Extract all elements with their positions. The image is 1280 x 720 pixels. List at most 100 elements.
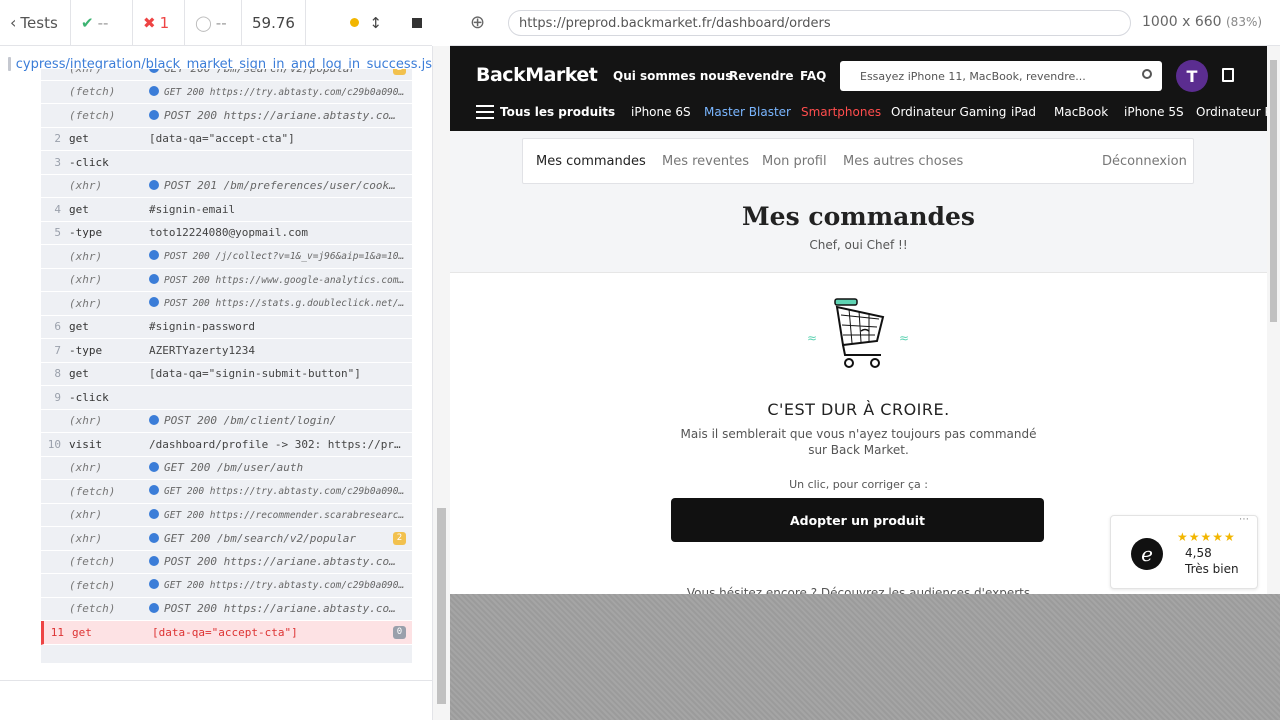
command-row[interactable]: 3 -click: [41, 151, 412, 175]
command-message: POST 200 https://stats.g.doubleclick.net…: [149, 297, 412, 309]
trusted-shops-widget[interactable]: ⋯ e ★★★★★ 4,58 Très bien: [1110, 514, 1258, 589]
command-row[interactable]: 2 get [data-qa="accept-cta"]: [41, 128, 412, 151]
avatar[interactable]: T: [1176, 60, 1208, 92]
command-row[interactable]: (fetch) POST 200 https://ariane.abtasty.c…: [41, 598, 412, 621]
command-row[interactable]: (fetch) POST 200 https://ariane.abtasty.c…: [41, 551, 412, 574]
command-message-text: AZERTYazerty1234: [149, 343, 255, 357]
command-row[interactable]: (xhr) GET 200 /bm/user/auth: [41, 457, 412, 480]
command-log: (xhr) GET 200 /bm/search/v2/popular 2 (fetc…: [41, 69, 412, 663]
check-icon: ✔: [81, 13, 94, 32]
empty-description: Mais il semblerait que vous n'ayez toujo…: [680, 427, 1037, 457]
page-title: Mes commandes: [742, 202, 975, 231]
category-link[interactable]: Ordinateur Gaming: [891, 105, 1006, 119]
trusted-shops-logo: e: [1131, 538, 1163, 570]
logout-link[interactable]: Déconnexion: [1102, 154, 1187, 169]
site-scrollbar[interactable]: [1267, 46, 1280, 594]
scrollbar-thumb[interactable]: [1270, 60, 1277, 322]
command-row[interactable]: 6 get #signin-password: [41, 316, 412, 339]
command-row[interactable]: (fetch) GET 200 https://try.abtasty.com/c…: [41, 81, 412, 104]
tab-profile[interactable]: Mon profil: [762, 154, 827, 169]
command-message: GET 200 https://try.abtasty.com/c29b0a09…: [149, 579, 412, 591]
command-name: (fetch): [69, 484, 116, 498]
category-link[interactable]: iPhone 5S: [1124, 105, 1184, 119]
category-link[interactable]: iPad: [1011, 105, 1036, 119]
request-status-icon: [149, 485, 159, 496]
rating-label: Très bien: [1185, 562, 1239, 576]
command-row[interactable]: (fetch) POST 200 https://ariane.abtasty.c…: [41, 104, 412, 128]
command-name: (fetch): [69, 108, 116, 122]
command-message-text: GET 200 /bm/user/auth: [164, 461, 304, 475]
command-name: get: [69, 202, 89, 216]
command-row[interactable]: 9 -click: [41, 386, 412, 410]
circle-icon: ◯: [195, 13, 212, 32]
command-name: visit: [69, 437, 103, 451]
command-message-text: [data-qa="accept-cta"]: [152, 625, 298, 639]
search-input[interactable]: Essayez iPhone 11, MacBook, revendre...: [840, 61, 1162, 91]
command-row[interactable]: 10 visit/dashboard/profile -> 302: https:…: [41, 433, 412, 457]
command-row[interactable]: (xhr) GET 200 https://recommender.scarabr…: [41, 504, 412, 527]
command-message-text: POST 200 https://ariane.abtasty.co…: [164, 555, 396, 569]
nav-link-faq[interactable]: FAQ: [800, 69, 826, 83]
selector-playground-icon[interactable]: ⊕: [470, 12, 485, 33]
tests-back-button[interactable]: ‹ Tests: [0, 0, 71, 46]
command-row[interactable]: (fetch) GET 200 https://try.abtasty.com/c…: [41, 480, 412, 504]
reporter-scrollbar[interactable]: [432, 46, 450, 720]
command-name: (xhr): [69, 69, 149, 75]
command-name: (xhr): [69, 531, 103, 545]
count-badge: 2: [393, 532, 406, 545]
command-message: GET 200 /bm/user/auth: [149, 461, 412, 474]
request-status-icon: [149, 462, 159, 473]
command-name: (xhr): [69, 508, 103, 522]
command-row[interactable]: (xhr) POST 200 /j/collect?v=1&_v=j96&aip=…: [41, 245, 412, 269]
category-link[interactable]: Ordinateur Po: [1196, 105, 1267, 119]
command-number: 3: [54, 155, 61, 169]
command-name: (xhr): [69, 414, 103, 428]
count-badge: 0: [393, 626, 406, 639]
menu-icon[interactable]: [476, 105, 494, 119]
stop-icon[interactable]: [412, 17, 422, 28]
command-name: (fetch): [69, 555, 116, 569]
command-row[interactable]: (xhr) GET 200 /bm/search/v2/popular 2: [41, 527, 412, 551]
category-link[interactable]: MacBook: [1054, 105, 1108, 119]
command-row[interactable]: 8 get [data-qa="signin-submit-button"]: [41, 363, 412, 386]
command-row[interactable]: 5 -type toto12224080@yopmail.com: [41, 222, 412, 245]
command-message-text: #signin-password: [149, 320, 255, 334]
command-row[interactable]: (xhr) POST 200 /bm/client/login/: [41, 410, 412, 433]
adopt-product-button[interactable]: Adopter un produit: [671, 498, 1044, 542]
command-row[interactable]: (xhr) POST 200 https://www.google-analyti…: [41, 269, 412, 292]
category-link[interactable]: Smartphones: [801, 105, 881, 119]
command-message: [data-qa="accept-cta"]: [149, 132, 412, 145]
command-message: GET 200 https://try.abtasty.com/c29b0a09…: [149, 485, 412, 497]
search-icon[interactable]: [1142, 69, 1152, 79]
nav-link-about[interactable]: Qui sommes nous: [613, 69, 732, 83]
nav-link-resell[interactable]: Revendre: [729, 69, 794, 83]
scrollbar-thumb[interactable]: [437, 508, 446, 704]
command-row[interactable]: 7 -type AZERTYazerty1234: [41, 339, 412, 363]
command-name: (xhr): [69, 273, 103, 287]
category-link[interactable]: iPhone 6S: [631, 105, 691, 119]
url-bar[interactable]: https://preprod.backmarket.fr/dashboard/…: [508, 10, 1131, 36]
command-row[interactable]: (fetch) GET 200 https://try.abtasty.com/c…: [41, 574, 412, 598]
command-name: (xhr): [69, 249, 103, 263]
duration: 59.76: [242, 0, 306, 46]
cart-icon[interactable]: [1222, 68, 1234, 82]
command-message-text: toto12224080@yopmail.com: [149, 226, 308, 240]
tab-orders[interactable]: Mes commandes: [536, 154, 646, 169]
site-logo[interactable]: BackMarket: [476, 64, 598, 86]
command-row[interactable]: 4 get #signin-email: [41, 198, 412, 222]
command-name: -type: [69, 226, 103, 240]
command-row[interactable]: (xhr) GET 200 /bm/search/v2/popular 2: [41, 69, 412, 81]
command-message-text: POST 200 https://ariane.abtasty.co…: [164, 602, 396, 616]
more-icon[interactable]: ⋯: [1239, 514, 1249, 525]
tab-other[interactable]: Mes autres choses: [843, 154, 963, 169]
command-row[interactable]: (xhr) POST 200 https://stats.g.doubleclic…: [41, 292, 412, 316]
all-products-link[interactable]: Tous les produits: [500, 105, 615, 119]
command-row[interactable]: (xhr) POST 201 /bm/preferences/user/cook…: [41, 175, 412, 198]
command-name: (xhr): [69, 179, 103, 193]
category-link[interactable]: Master Blaster: [704, 105, 791, 119]
auto-scroll-icon[interactable]: ↕: [369, 14, 382, 32]
command-message-text: POST 201 /bm/preferences/user/cook…: [164, 179, 396, 193]
tab-resales[interactable]: Mes reventes: [662, 154, 749, 169]
request-status-icon: [149, 109, 159, 120]
command-row-failed[interactable]: 11 get [data-qa="accept-cta"] 0: [41, 621, 412, 645]
